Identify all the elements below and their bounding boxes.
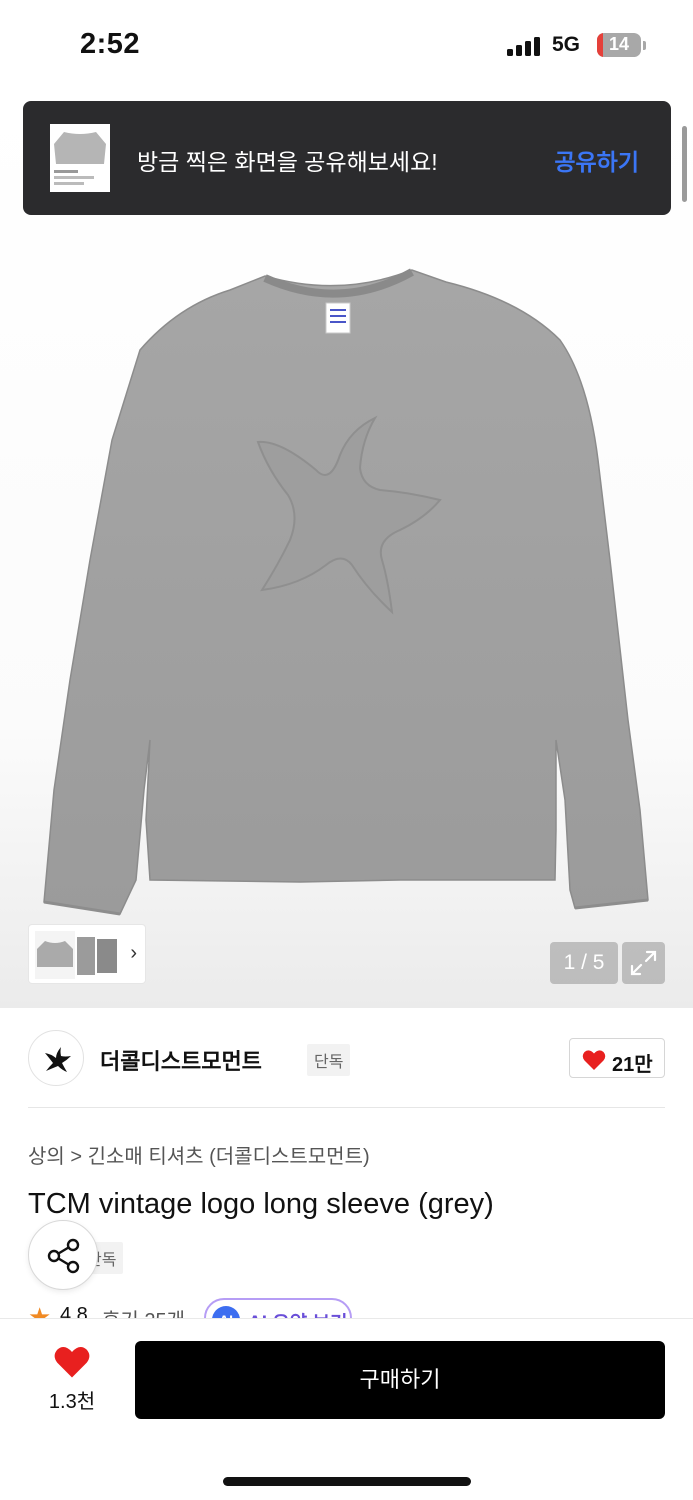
bottom-action-bar: 1.3천 구매하기 (0, 1318, 693, 1500)
image-page-counter: 1 / 5 (550, 942, 618, 984)
product-gallery[interactable] (0, 92, 693, 1008)
signal-icon (507, 36, 543, 56)
battery-cap (643, 41, 646, 50)
battery-level: 14 (608, 34, 630, 54)
buy-button[interactable]: 구매하기 (135, 1341, 665, 1419)
thumbnail-strip[interactable]: › (28, 924, 146, 984)
heart-icon (54, 1347, 90, 1378)
screenshot-thumbnail (50, 124, 110, 192)
screenshot-share-banner[interactable]: 방금 찍은 화면을 공유해보세요! 공유하기 (23, 101, 671, 215)
brand-row[interactable]: 더콜디스트모먼트 단독 21만 (28, 1028, 665, 1088)
share-banner-message: 방금 찍은 화면을 공유해보세요! (137, 149, 438, 175)
share-icon (47, 1238, 80, 1274)
scroll-indicator[interactable] (682, 126, 687, 202)
brand-name[interactable]: 더콜디스트모먼트 (100, 1044, 262, 1076)
divider (28, 1107, 665, 1108)
wishlist-button[interactable]: 1.3천 (30, 1345, 114, 1415)
brand-exclusive-badge: 단독 (307, 1044, 351, 1076)
share-banner-action-button[interactable]: 공유하기 (554, 143, 639, 177)
brand-like-button[interactable]: 21만 (569, 1038, 665, 1078)
network-type: 5G (552, 33, 581, 56)
status-time: 2:52 (80, 28, 141, 60)
product-image (43, 268, 649, 916)
product-title: TCM vintage logo long sleeve (grey) (28, 1188, 494, 1220)
share-button[interactable] (28, 1220, 98, 1290)
chevron-right-icon[interactable]: › (130, 942, 137, 965)
battery-icon: 14 (597, 33, 641, 57)
expand-icon[interactable] (622, 942, 665, 984)
heart-icon (582, 1050, 606, 1070)
brand-logo-icon[interactable] (28, 1030, 84, 1086)
brand-like-count: 21만 (612, 1054, 653, 1076)
breadcrumb[interactable]: 상의 > 긴소매 티셔츠 (더콜디스트모먼트) (28, 1140, 370, 1169)
status-bar: 2:52 5G 14 (0, 0, 693, 92)
home-indicator[interactable] (223, 1477, 471, 1486)
wishlist-count: 1.3천 (48, 1391, 96, 1413)
thumbnail-images (35, 931, 117, 979)
